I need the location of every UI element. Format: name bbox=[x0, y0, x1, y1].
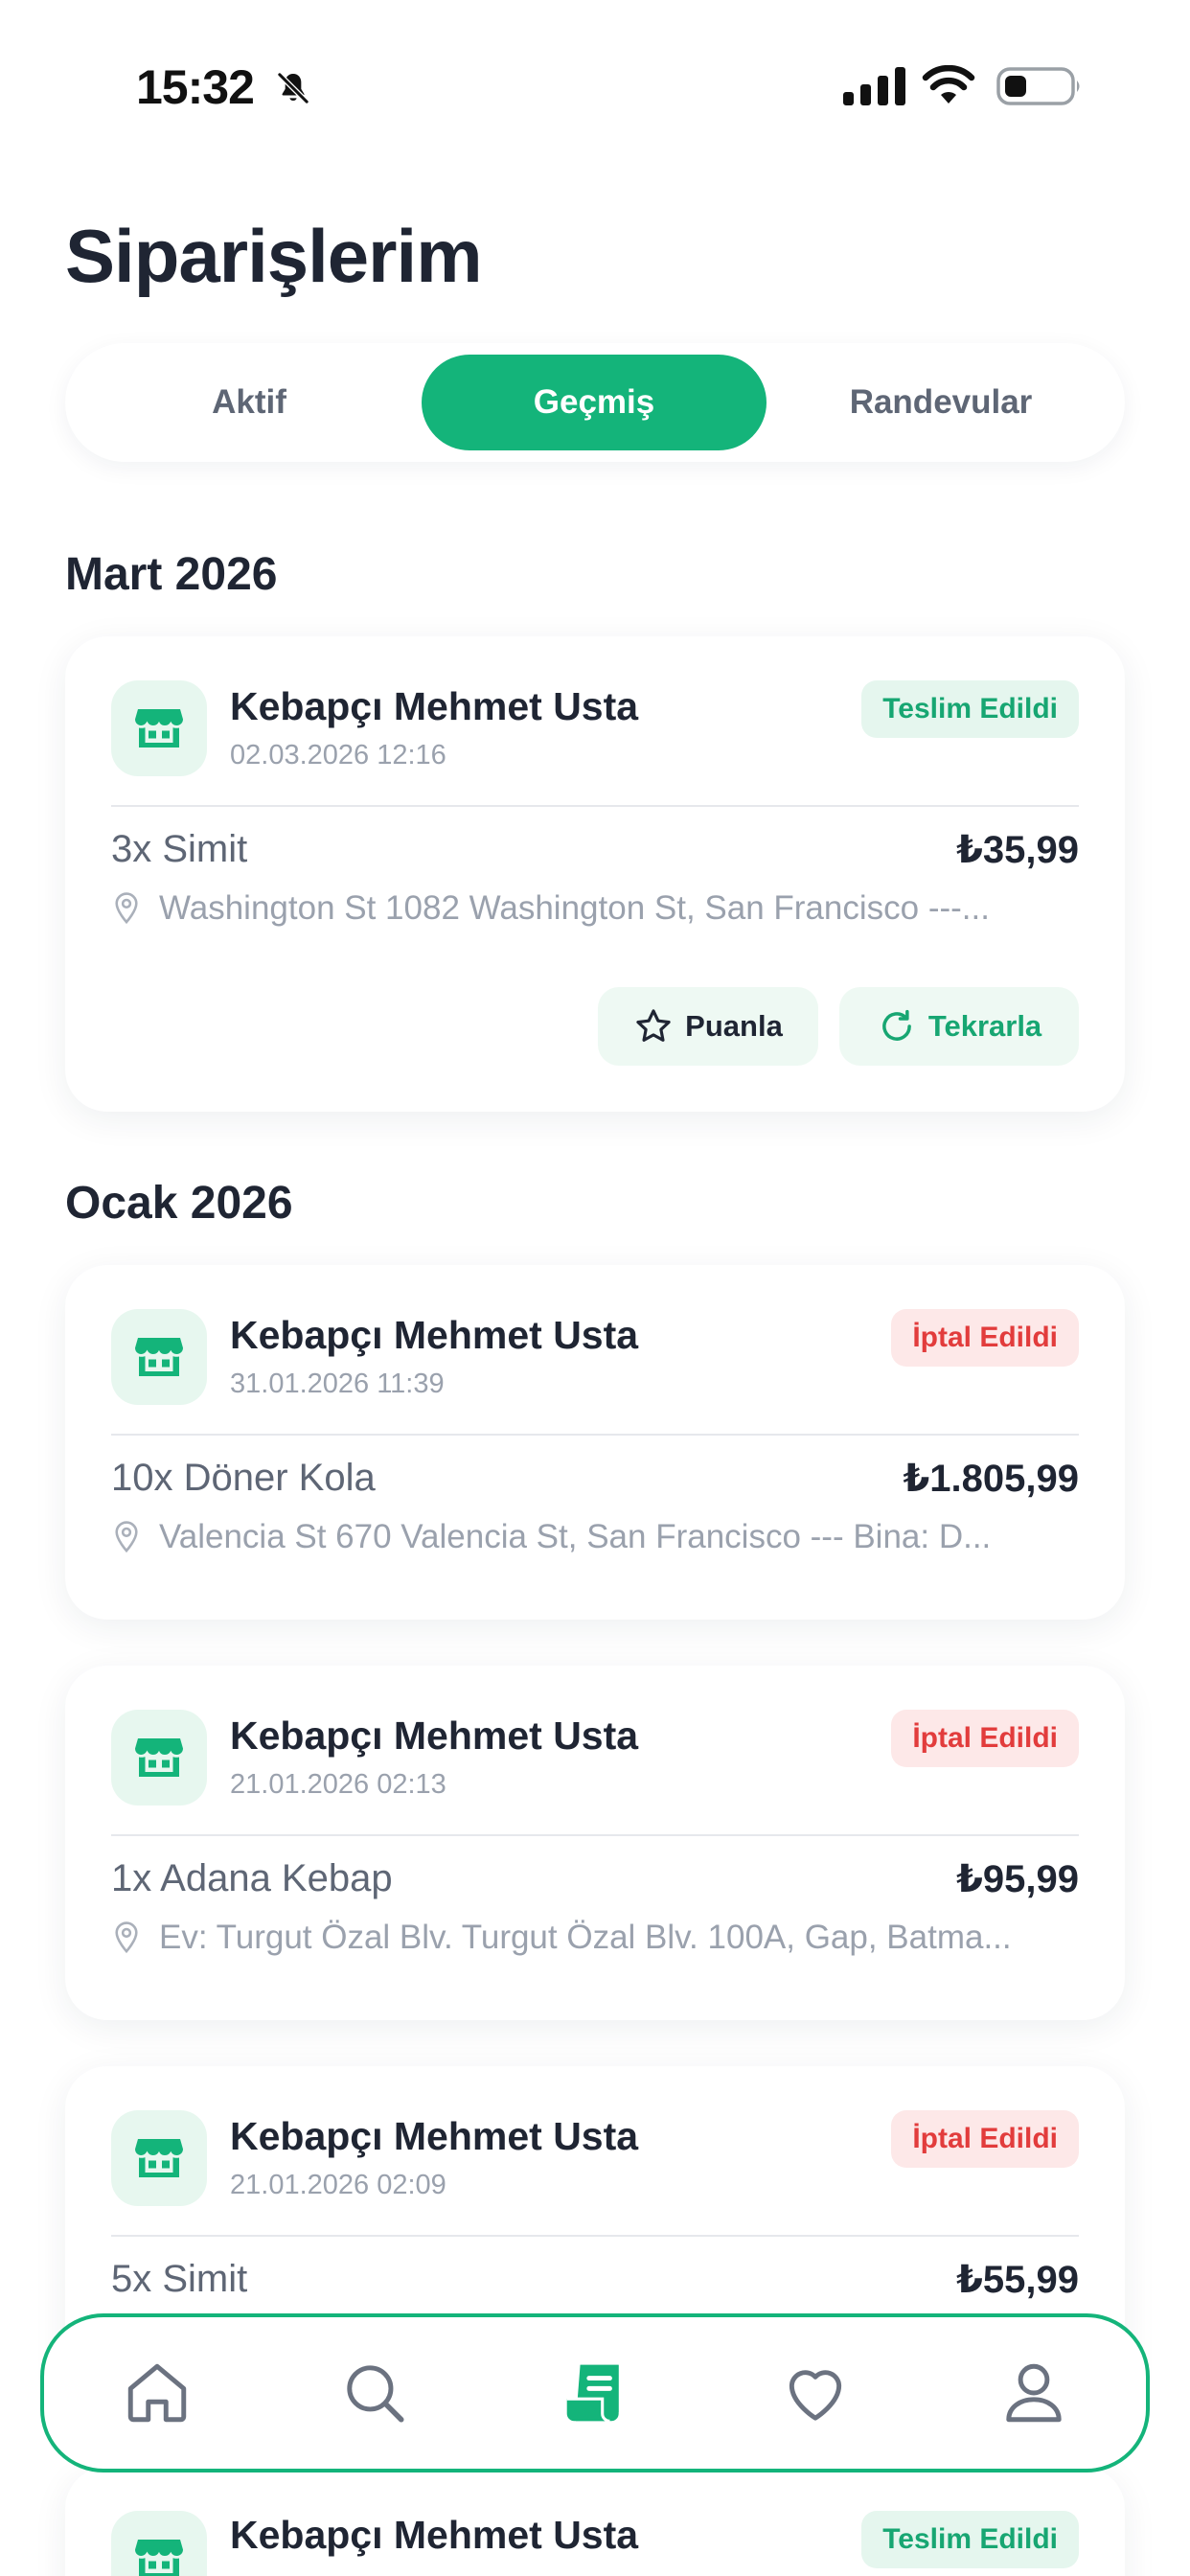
nav-home[interactable] bbox=[116, 2352, 198, 2434]
location-pin-icon bbox=[115, 1521, 138, 1553]
profile-user-icon bbox=[1006, 2363, 1062, 2423]
tab-appointments[interactable]: Randevular bbox=[768, 355, 1113, 450]
rate-button[interactable]: Puanla bbox=[598, 987, 818, 1066]
tab-order-history[interactable]: Geçmiş bbox=[422, 355, 767, 450]
wifi-icon bbox=[922, 65, 975, 104]
status-time: 15:32 bbox=[136, 60, 255, 114]
order-items: 5x Simit bbox=[111, 2258, 248, 2300]
repeat-order-button[interactable]: Tekrarla bbox=[839, 987, 1079, 1066]
divider bbox=[111, 2235, 1079, 2237]
order-date: 31.01.2026 11:39 bbox=[230, 1368, 445, 1399]
store-icon-glyph bbox=[135, 709, 183, 748]
status-badge: İptal Edildi bbox=[891, 2110, 1079, 2168]
page-title: Siparişlerim bbox=[65, 214, 483, 298]
nav-orders[interactable] bbox=[554, 2352, 636, 2434]
orders-page: 15:32 Siparişlerim Aktif Geçmiş Randevul… bbox=[0, 0, 1190, 2576]
orders-receipt-icon bbox=[566, 2364, 619, 2423]
nav-favorites[interactable] bbox=[774, 2352, 857, 2434]
location-pin-icon bbox=[115, 1921, 138, 1954]
address-text: Valencia St 670 Valencia St, San Francis… bbox=[159, 1518, 992, 1555]
status-badge: İptal Edildi bbox=[891, 1710, 1079, 1767]
order-date: 02.03.2026 12:16 bbox=[230, 740, 446, 770]
delivery-address: Ev: Turgut Özal Blv. Turgut Özal Blv. 10… bbox=[111, 1919, 1079, 1957]
rate-button-label: Puanla bbox=[685, 1009, 783, 1043]
address-text: Ev: Turgut Özal Blv. Turgut Özal Blv. 10… bbox=[159, 1919, 1012, 1956]
store-name: Kebapçı Mehmet Usta bbox=[230, 684, 639, 728]
order-card[interactable]: Kebapçı Mehmet Usta Teslim Edildi bbox=[65, 2467, 1125, 2576]
order-items: 3x Simit bbox=[111, 828, 248, 870]
address-text: Washington St 1082 Washington St, San Fr… bbox=[159, 889, 990, 927]
location-pin-icon bbox=[115, 892, 138, 925]
divider bbox=[111, 1834, 1079, 1836]
store-icon bbox=[111, 1309, 207, 1405]
order-tabs: Aktif Geçmiş Randevular bbox=[65, 343, 1125, 462]
store-name: Kebapçı Mehmet Usta bbox=[230, 1313, 639, 1357]
divider bbox=[111, 1434, 1079, 1436]
status-badge: Teslim Edildi bbox=[861, 680, 1079, 738]
nav-profile[interactable] bbox=[993, 2352, 1075, 2434]
status-badge: İptal Edildi bbox=[891, 1309, 1079, 1367]
battery-icon bbox=[996, 67, 1080, 105]
section-title-january: Ocak 2026 bbox=[65, 1178, 293, 1229]
repeat-button-label: Tekrarla bbox=[927, 1009, 1042, 1043]
nav-search[interactable] bbox=[333, 2352, 416, 2434]
store-icon bbox=[111, 680, 207, 776]
store-icon bbox=[111, 1710, 207, 1806]
order-price: ₺35,99 bbox=[956, 829, 1079, 871]
delivery-address: Washington St 1082 Washington St, San Fr… bbox=[111, 889, 1079, 928]
tab-active-orders[interactable]: Aktif bbox=[77, 355, 422, 450]
store-icon-glyph bbox=[135, 2540, 183, 2576]
store-icon-glyph bbox=[135, 1738, 183, 1777]
store-icon bbox=[111, 2511, 207, 2576]
order-date: 21.01.2026 02:09 bbox=[230, 2170, 446, 2200]
order-items: 10x Döner Kola bbox=[111, 1457, 376, 1499]
order-items: 1x Adana Kebap bbox=[111, 1857, 393, 1899]
order-price: ₺1.805,99 bbox=[903, 1458, 1079, 1500]
order-card[interactable]: Kebapçı Mehmet Usta 21.01.2026 02:13 İpt… bbox=[65, 1666, 1125, 2020]
refresh-icon bbox=[881, 1009, 911, 1041]
order-card[interactable]: Kebapçı Mehmet Usta 02.03.2026 12:16 Tes… bbox=[65, 636, 1125, 1112]
search-icon bbox=[347, 2365, 404, 2423]
bell-slash-icon bbox=[277, 72, 309, 104]
divider bbox=[111, 805, 1079, 807]
store-icon bbox=[111, 2110, 207, 2206]
status-badge: Teslim Edildi bbox=[861, 2511, 1079, 2568]
delivery-address: Valencia St 670 Valencia St, San Francis… bbox=[111, 1518, 1079, 1556]
cellular-signal-icon bbox=[843, 67, 905, 105]
store-icon-glyph bbox=[135, 1338, 183, 1376]
store-icon-glyph bbox=[135, 2139, 183, 2177]
order-price: ₺95,99 bbox=[956, 1858, 1079, 1900]
store-name: Kebapçı Mehmet Usta bbox=[230, 2114, 639, 2158]
order-date: 21.01.2026 02:13 bbox=[230, 1769, 446, 1800]
home-icon bbox=[127, 2363, 187, 2423]
store-name: Kebapçı Mehmet Usta bbox=[230, 2513, 639, 2557]
store-name: Kebapçı Mehmet Usta bbox=[230, 1714, 639, 1758]
section-title-march: Mart 2026 bbox=[65, 549, 278, 600]
favorites-heart-icon bbox=[789, 2370, 842, 2421]
bottom-nav bbox=[40, 2313, 1150, 2472]
status-bar: 15:32 bbox=[0, 0, 1190, 172]
star-icon bbox=[636, 1009, 671, 1042]
order-card[interactable]: Kebapçı Mehmet Usta 31.01.2026 11:39 İpt… bbox=[65, 1265, 1125, 1620]
order-price: ₺55,99 bbox=[956, 2259, 1079, 2301]
